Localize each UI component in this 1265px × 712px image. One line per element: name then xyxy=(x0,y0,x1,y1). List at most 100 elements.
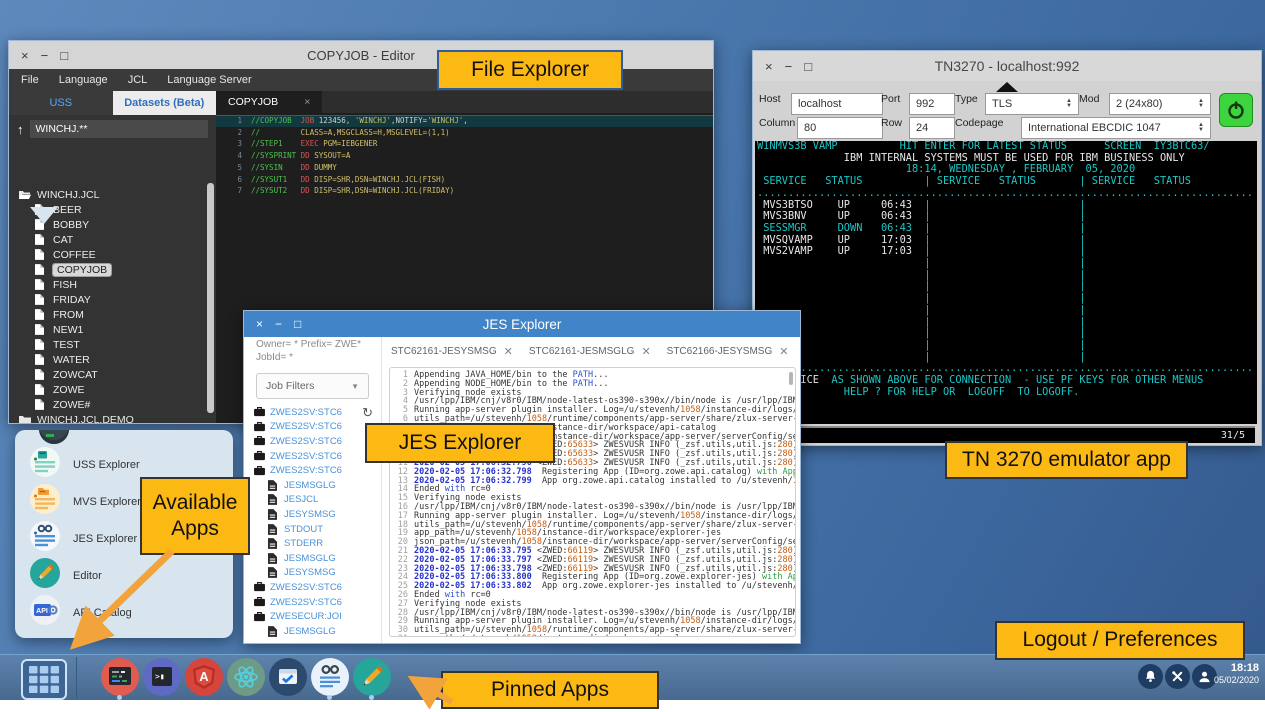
spool-tab-stc62161-jesysmsg[interactable]: STC62161-JESYSMSG✕ xyxy=(391,345,513,358)
tn3270-window: × − □ TN3270 - localhost:992 Host Port T… xyxy=(752,50,1262,446)
job-item-zwes2sv:stc6[interactable]: ZWES2SV:STC6 xyxy=(254,580,381,595)
taskbar-app-terminal-red[interactable] xyxy=(100,658,139,700)
job-item-label: JESMSGLG xyxy=(284,480,336,491)
tree-item-cat[interactable]: CAT xyxy=(9,232,206,247)
start-menu-button[interactable] xyxy=(21,659,67,700)
dataset-filter-input[interactable]: WINCHJ.** xyxy=(30,120,209,138)
taskbar-app-editor-pencil[interactable] xyxy=(352,658,391,700)
maximize-icon[interactable]: □ xyxy=(294,318,301,330)
tree-item-friday[interactable]: FRIDAY xyxy=(9,292,206,307)
job-tree: ZWES2SV:STC6↻ZWES2SV:STC6ZWES2SV:STC6ZWE… xyxy=(244,405,381,639)
tree-item-coffee[interactable]: COFFEE xyxy=(9,247,206,262)
menu-file[interactable]: File xyxy=(21,74,39,86)
menu-language-server[interactable]: Language Server xyxy=(167,74,251,86)
tree-item-water[interactable]: WATER xyxy=(9,352,206,367)
menu-jcl[interactable]: JCL xyxy=(128,74,148,86)
host-input[interactable] xyxy=(791,93,883,115)
tab-uss[interactable]: USS xyxy=(9,91,113,115)
collapse-panel-icon[interactable] xyxy=(996,82,1018,92)
job-item-zwes2sv:stc6[interactable]: ZWES2SV:STC6 xyxy=(254,449,381,464)
job-item-jesmsglg[interactable]: JESMSGLG xyxy=(254,624,381,639)
spool-tab-stc62161-jesmsglg[interactable]: STC62161-JESMSGLG ✕ xyxy=(529,345,651,358)
tree-item-winchj.jcl[interactable]: WINCHJ.JCL xyxy=(9,187,206,202)
job-item-jesysmsg[interactable]: JESYSMSG xyxy=(254,507,381,522)
mod-value: 2 (24x80) xyxy=(1116,98,1162,110)
tree-item-zowe[interactable]: ZOWE xyxy=(9,382,206,397)
svg-text:A: A xyxy=(199,669,209,684)
job-item-stderr[interactable]: STDERR xyxy=(254,536,381,551)
tree-item-new1[interactable]: NEW1 xyxy=(9,322,206,337)
jes-window-title: JES Explorer xyxy=(244,317,800,332)
connect-power-button[interactable] xyxy=(1219,93,1253,127)
callout-available-apps: Available Apps xyxy=(140,477,250,555)
job-filters-button[interactable]: Job Filters ▼ xyxy=(256,373,369,399)
tree-item-test[interactable]: TEST xyxy=(9,337,206,352)
job-item-zwes2sv:stc6[interactable]: ZWES2SV:STC6↻ xyxy=(254,405,381,420)
job-item-zwes2sv:stc6[interactable]: ZWES2SV:STC6 xyxy=(254,434,381,449)
folder-open-icon xyxy=(19,190,31,200)
taskbar-app-angular[interactable]: A xyxy=(184,658,223,700)
tab-close-icon[interactable]: ✕ xyxy=(504,345,513,358)
tree-item-label: TEST xyxy=(53,339,80,351)
tab-close-icon[interactable]: ✕ xyxy=(641,345,650,358)
tree-item-label: FISH xyxy=(53,279,77,291)
taskbar-app-tasks[interactable] xyxy=(268,658,307,700)
close-icon[interactable]: × xyxy=(21,49,29,62)
minimize-icon[interactable]: − xyxy=(41,49,49,62)
minimize-icon[interactable]: − xyxy=(785,60,793,73)
close-icon[interactable]: × xyxy=(256,318,263,330)
tray-bell-button[interactable] xyxy=(1138,664,1163,689)
tree-item-zowcat[interactable]: ZOWCAT xyxy=(9,367,206,382)
job-item-jesmsglg[interactable]: JESMSGLG xyxy=(254,551,381,566)
type-select[interactable]: TLS ▲▼ xyxy=(985,93,1079,115)
tree-item-from[interactable]: FROM xyxy=(9,307,206,322)
maximize-icon[interactable]: □ xyxy=(60,49,68,62)
tab-datasets[interactable]: Datasets (Beta) xyxy=(113,91,217,115)
tree-item-winchj.jcl.demo[interactable]: WINCHJ.JCL.DEMO xyxy=(9,412,206,423)
codepage-select[interactable]: International EBCDIC 1047 ▲▼ xyxy=(1021,117,1211,139)
spool-tab-stc62166-jesysmsg[interactable]: STC62166-JESYSMSG✕ xyxy=(667,345,789,358)
tree-item-copyjob[interactable]: COPYJOB xyxy=(9,262,206,277)
taskbar-app-jes-small[interactable] xyxy=(310,658,349,700)
menu-language[interactable]: Language xyxy=(59,74,108,86)
taskbar-app-terminal-indigo[interactable]: >▮ xyxy=(142,658,181,700)
row-label: Row xyxy=(881,117,902,129)
job-item-jesysmsg[interactable]: JESYSMSG xyxy=(254,566,381,581)
row-input[interactable] xyxy=(909,117,955,139)
tab-copyjob[interactable]: COPYJOB × xyxy=(216,91,322,113)
close-icon[interactable]: × xyxy=(765,60,773,73)
tree-scrollbar[interactable] xyxy=(207,183,214,413)
tray-tools-button[interactable] xyxy=(1165,664,1190,689)
tab-close-icon[interactable]: ✕ xyxy=(779,345,788,358)
column-input[interactable] xyxy=(797,117,883,139)
spool-log-viewer[interactable]: 1Appending JAVA_HOME/bin to the PATH...2… xyxy=(389,367,796,637)
job-item-zwesecur:joi[interactable]: ZWESECUR:JOI xyxy=(254,609,381,624)
file-icon xyxy=(35,384,47,395)
up-arrow-icon[interactable]: ↑ xyxy=(17,122,24,137)
refresh-icon[interactable]: ↻ xyxy=(362,405,373,421)
spool-tab-label: STC62161-JESMSGLG xyxy=(529,346,635,357)
job-item-zwes2sv:stc6[interactable]: ZWES2SV:STC6 xyxy=(254,463,381,478)
cursor-position: 31/5 xyxy=(1221,430,1245,441)
taskbar-app-react[interactable] xyxy=(226,658,265,700)
tn3270-terminal-screen[interactable]: WINMVS3B VAMP HIT ENTER FOR LATEST STATU… xyxy=(755,141,1257,424)
app-menu-item-editor[interactable]: Editor xyxy=(15,557,233,594)
log-scrollbar[interactable] xyxy=(789,372,793,385)
maximize-icon[interactable]: □ xyxy=(804,60,812,73)
job-item-zwes2sv:stc6[interactable]: ZWES2SV:STC6 xyxy=(254,595,381,610)
app-menu-item-api-catalog[interactable]: APIAPI Catalog xyxy=(15,594,233,631)
tab-close-icon[interactable]: × xyxy=(304,96,310,108)
job-item-label: JESJCL xyxy=(284,494,318,505)
job-item-stdout[interactable]: STDOUT xyxy=(254,522,381,537)
tree-item-fish[interactable]: FISH xyxy=(9,277,206,292)
job-item-jesmsglg[interactable]: JESMSGLG xyxy=(254,478,381,493)
callout-logout-preferences: Logout / Preferences xyxy=(995,621,1245,660)
chevron-down-icon: ▼ xyxy=(351,382,359,391)
job-item-zwes2sv:stc6[interactable]: ZWES2SV:STC6 xyxy=(254,420,381,435)
tn3270-app-icon[interactable] xyxy=(39,430,69,444)
minimize-icon[interactable]: − xyxy=(275,318,282,330)
tree-item-zowe#[interactable]: ZOWE# xyxy=(9,397,206,412)
job-item-jesjcl[interactable]: JESJCL xyxy=(254,493,381,508)
port-input[interactable] xyxy=(909,93,955,115)
mod-select[interactable]: 2 (24x80) ▲▼ xyxy=(1109,93,1211,115)
